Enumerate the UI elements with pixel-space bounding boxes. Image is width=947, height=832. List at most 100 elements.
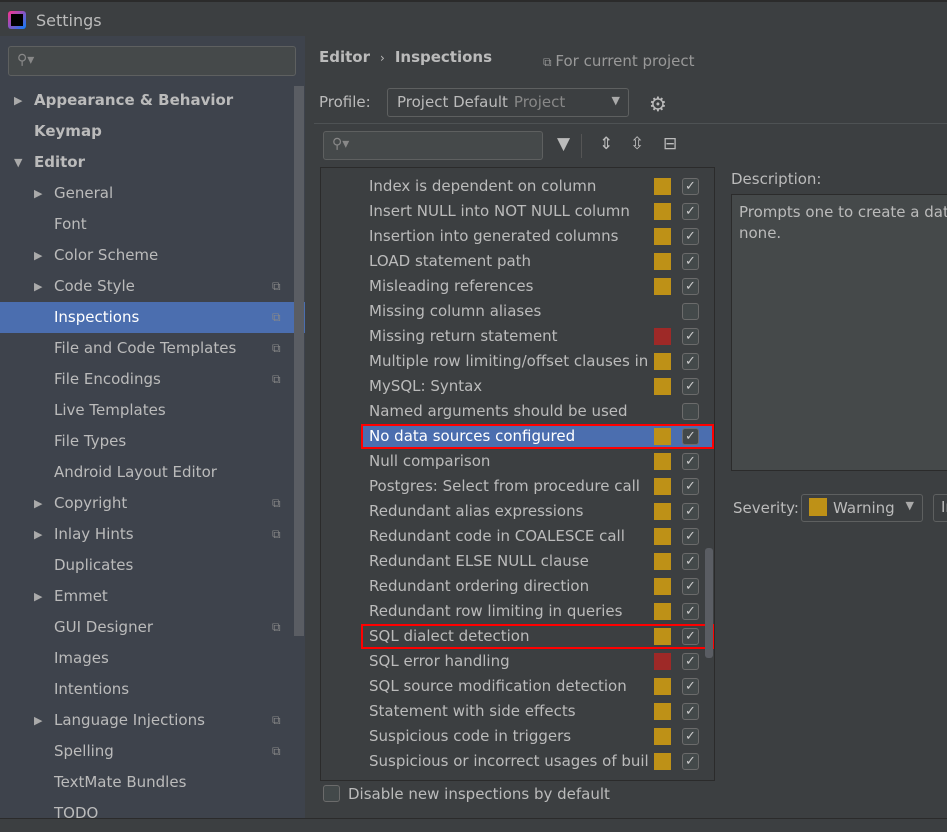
sidebar-item-file-encodings[interactable]: File Encodings ⧉ <box>0 364 294 395</box>
inspection-row[interactable]: Insertion into generated columns ✓ <box>321 224 704 249</box>
inspection-checkbox[interactable]: ✓ <box>682 478 699 495</box>
inspection-checkbox[interactable]: ✓ <box>682 328 699 345</box>
chevron-right-icon[interactable]: ▶ <box>34 271 42 302</box>
inspection-row[interactable]: Redundant row limiting in queries ✓ <box>321 599 704 624</box>
inspection-checkbox[interactable]: ✓ <box>682 253 699 270</box>
inspection-row[interactable]: LOAD statement path ✓ <box>321 249 704 274</box>
sidebar-item-editor[interactable]: ▼ Editor <box>0 147 294 178</box>
sidebar-item-appearance-behavior[interactable]: ▶ Appearance & Behavior <box>0 85 294 116</box>
scope-dropdown[interactable]: In <box>933 494 947 522</box>
inspection-row[interactable]: No data sources configured ✓ <box>361 424 714 449</box>
inspection-checkbox[interactable]: ✓ <box>682 578 699 595</box>
inspection-row[interactable]: Insert NULL into NOT NULL column ✓ <box>321 199 704 224</box>
sidebar-item-copyright[interactable]: ▶ Copyright ⧉ <box>0 488 294 519</box>
inspection-checkbox[interactable]: ✓ <box>682 528 699 545</box>
inspection-checkbox[interactable]: ✓ <box>682 753 699 770</box>
inspection-row[interactable]: MySQL: Syntax ✓ <box>321 374 704 399</box>
inspection-row[interactable]: Suspicious or incorrect usages of built-… <box>321 749 704 774</box>
sidebar-item-general[interactable]: ▶ General <box>0 178 294 209</box>
sidebar-scrollbar[interactable] <box>294 86 304 636</box>
inspection-row[interactable]: Missing return statement ✓ <box>321 324 704 349</box>
inspection-checkbox[interactable]: ✓ <box>682 678 699 695</box>
sidebar-item-images[interactable]: Images <box>0 643 294 674</box>
disable-new-inspections-checkbox[interactable]: Disable new inspections by default <box>323 785 610 803</box>
inspection-row[interactable]: Suspicious code in triggers ✓ <box>321 724 704 749</box>
chevron-down-icon[interactable]: ▼ <box>14 147 22 178</box>
inspection-checkbox[interactable] <box>682 403 699 420</box>
collapse-all-icon[interactable]: ⇳ <box>630 134 644 154</box>
inspection-row[interactable]: Misleading references ✓ <box>321 274 704 299</box>
inspection-checkbox[interactable]: ✓ <box>682 503 699 520</box>
sidebar-item-language-injections[interactable]: ▶ Language Injections ⧉ <box>0 705 294 736</box>
breadcrumb-editor[interactable]: Editor <box>319 48 370 66</box>
inspection-row[interactable]: Redundant ordering direction ✓ <box>321 574 704 599</box>
inspection-name: Null comparison <box>369 452 491 470</box>
chevron-right-icon[interactable]: ▶ <box>34 581 42 612</box>
inspection-row[interactable]: Redundant alias expressions ✓ <box>321 499 704 524</box>
inspection-checkbox[interactable]: ✓ <box>682 603 699 620</box>
inspection-row[interactable]: SQL dialect detection ✓ <box>361 624 714 649</box>
chevron-right-icon[interactable]: ▶ <box>34 705 42 736</box>
sidebar-item-android-layout-editor[interactable]: Android Layout Editor <box>0 457 294 488</box>
sidebar-item-label: File and Code Templates <box>54 339 237 357</box>
sidebar-item-file-types[interactable]: File Types <box>0 426 294 457</box>
chevron-right-icon[interactable]: ▶ <box>34 519 42 550</box>
reset-icon[interactable]: ⊟ <box>663 134 677 154</box>
inspection-row[interactable]: Redundant code in COALESCE call ✓ <box>321 524 704 549</box>
inspection-row[interactable]: SQL error handling ✓ <box>321 649 704 674</box>
sidebar-item-keymap[interactable]: Keymap <box>0 116 294 147</box>
profile-dropdown[interactable]: Project Default Project ▼ <box>387 88 629 117</box>
chevron-right-icon[interactable]: ▶ <box>34 178 42 209</box>
sidebar-item-color-scheme[interactable]: ▶ Color Scheme <box>0 240 294 271</box>
sidebar-item-inspections[interactable]: Inspections ⧉ <box>0 302 305 333</box>
inspection-checkbox[interactable]: ✓ <box>682 353 699 370</box>
sidebar-item-inlay-hints[interactable]: ▶ Inlay Hints ⧉ <box>0 519 294 550</box>
inspection-checkbox[interactable]: ✓ <box>682 203 699 220</box>
error-severity-icon <box>654 653 671 670</box>
inspection-search-input[interactable]: ⚲▾ <box>323 131 543 160</box>
inspection-checkbox[interactable]: ✓ <box>682 703 699 720</box>
sidebar-item-todo[interactable]: TODO <box>0 798 294 818</box>
inspection-row[interactable]: Missing column aliases <box>321 299 704 324</box>
chevron-right-icon[interactable]: ▶ <box>14 85 22 116</box>
sidebar-item-file-and-code-templates[interactable]: File and Code Templates ⧉ <box>0 333 294 364</box>
settings-search-input[interactable]: ⚲▾ <box>8 46 296 76</box>
severity-dropdown[interactable]: Warning ▼ <box>801 494 923 522</box>
breadcrumb: Editor › Inspections <box>319 48 492 66</box>
inspection-checkbox[interactable]: ✓ <box>682 453 699 470</box>
sidebar-item-gui-designer[interactable]: GUI Designer ⧉ <box>0 612 294 643</box>
checkbox[interactable] <box>323 785 340 802</box>
sidebar-item-duplicates[interactable]: Duplicates <box>0 550 294 581</box>
inspection-checkbox[interactable]: ✓ <box>682 628 699 645</box>
inspection-row[interactable]: Redundant ELSE NULL clause ✓ <box>321 549 704 574</box>
sidebar-item-font[interactable]: Font <box>0 209 294 240</box>
inspection-checkbox[interactable]: ✓ <box>682 378 699 395</box>
inspection-checkbox[interactable]: ✓ <box>682 278 699 295</box>
inspection-checkbox[interactable]: ✓ <box>682 428 699 445</box>
inspection-row[interactable]: SQL source modification detection ✓ <box>321 674 704 699</box>
inspection-checkbox[interactable]: ✓ <box>682 228 699 245</box>
sidebar-item-live-templates[interactable]: Live Templates <box>0 395 294 426</box>
inspection-row[interactable]: Named arguments should be used <box>321 399 704 424</box>
chevron-right-icon[interactable]: ▶ <box>34 488 42 519</box>
inspection-row[interactable]: Null comparison ✓ <box>321 449 704 474</box>
inspection-checkbox[interactable]: ✓ <box>682 178 699 195</box>
expand-all-icon[interactable]: ⇕ <box>599 134 613 154</box>
inspection-checkbox[interactable]: ✓ <box>682 653 699 670</box>
filter-icon[interactable]: ▼ <box>557 134 570 154</box>
sidebar-item-spelling[interactable]: Spelling ⧉ <box>0 736 294 767</box>
sidebar-item-intentions[interactable]: Intentions <box>0 674 294 705</box>
inspection-checkbox[interactable]: ✓ <box>682 728 699 745</box>
inspection-checkbox[interactable] <box>682 303 699 320</box>
list-scrollbar[interactable] <box>705 548 713 658</box>
inspection-row[interactable]: Multiple row limiting/offset clauses in … <box>321 349 704 374</box>
sidebar-item-textmate-bundles[interactable]: TextMate Bundles <box>0 767 294 798</box>
inspection-checkbox[interactable]: ✓ <box>682 553 699 570</box>
inspection-row[interactable]: Statement with side effects ✓ <box>321 699 704 724</box>
chevron-right-icon[interactable]: ▶ <box>34 240 42 271</box>
sidebar-item-code-style[interactable]: ▶ Code Style ⧉ <box>0 271 294 302</box>
inspection-row[interactable]: Postgres: Select from procedure call ✓ <box>321 474 704 499</box>
sidebar-item-emmet[interactable]: ▶ Emmet <box>0 581 294 612</box>
inspection-row[interactable]: Index is dependent on column ✓ <box>321 174 704 199</box>
gear-icon[interactable]: ⚙ <box>649 92 667 116</box>
